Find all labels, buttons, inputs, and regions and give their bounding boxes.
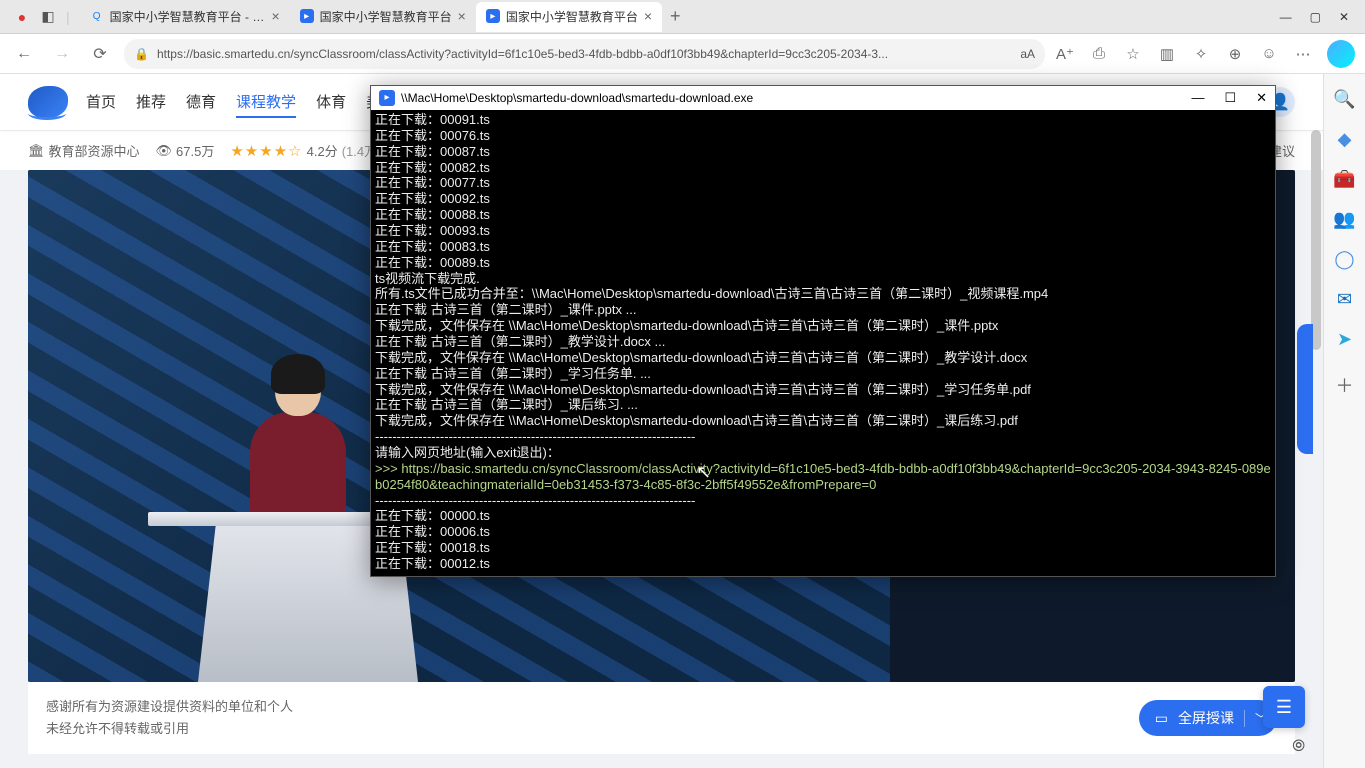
search-sidebar-icon[interactable]: 🔍 <box>1334 88 1356 110</box>
url-text: https://basic.smartedu.cn/syncClassroom/… <box>157 47 1012 61</box>
favorite-icon[interactable]: ☆ <box>1123 44 1143 64</box>
tab-title: 国家中小学智慧教育平台 <box>506 8 638 25</box>
terminal-minimize[interactable]: — <box>1191 90 1204 106</box>
terminal-window[interactable]: ▸ \\Mac\Home\Desktop\smartedu-download\s… <box>370 85 1276 577</box>
source-label: 🏛 教育部资源中心 <box>28 141 140 160</box>
close-window-button[interactable]: ✕ <box>1339 10 1349 24</box>
tools-icon[interactable]: 🧰 <box>1334 168 1356 190</box>
star-icon: ★★★★☆ <box>230 142 302 160</box>
url-field[interactable]: 🔒 https://basic.smartedu.cn/syncClassroo… <box>124 39 1045 69</box>
telegram-icon[interactable]: ➤ <box>1334 328 1356 350</box>
scrollbar-thumb[interactable] <box>1311 130 1321 350</box>
site-favicon: ▸ <box>486 9 500 23</box>
extension-icon[interactable]: ⊕ <box>1225 44 1245 64</box>
terminal-close[interactable]: ✕ <box>1256 90 1267 106</box>
side-drawer-handle[interactable] <box>1297 324 1313 454</box>
reader-mode[interactable]: aA <box>1020 47 1035 61</box>
screen-icon: ▭ <box>1155 710 1168 727</box>
profile-icon[interactable]: ☺ <box>1259 44 1279 64</box>
nav-recommend[interactable]: 推荐 <box>136 87 166 118</box>
terminal-titlebar[interactable]: ▸ \\Mac\Home\Desktop\smartedu-download\s… <box>371 86 1275 110</box>
toolbar-right: A⁺ ⎙ ☆ ▥ ✧ ⊕ ☺ ⋯ <box>1055 40 1355 68</box>
more-icon[interactable]: ⋯ <box>1293 44 1313 64</box>
tab-2[interactable]: ▸ 国家中小学智慧教育平台 × <box>290 2 476 32</box>
nav-course[interactable]: 课程教学 <box>236 87 296 118</box>
minimize-button[interactable]: — <box>1280 10 1292 24</box>
terminal-output[interactable]: 正在下载：00091.ts 正在下载：00076.ts 正在下载：00087.t… <box>371 110 1275 576</box>
new-tab-button[interactable]: + <box>662 6 689 27</box>
close-icon[interactable]: × <box>458 8 466 24</box>
read-aloud-icon[interactable]: A⁺ <box>1055 44 1075 64</box>
floating-menu-button[interactable]: ☰ <box>1263 686 1305 728</box>
refresh-button[interactable]: ⟳ <box>86 40 114 68</box>
nav-home[interactable]: 首页 <box>86 87 116 118</box>
translate-icon[interactable]: ⎙ <box>1089 44 1109 64</box>
fullscreen-teach-button[interactable]: ▭ 全屏授课 ﹀ <box>1139 700 1277 736</box>
credit-text: 感谢所有为资源建设提供资料的单位和个人 未经允许不得转载或引用 <box>46 696 293 740</box>
video-footer: 感谢所有为资源建设提供资料的单位和个人 未经允许不得转载或引用 ▭ 全屏授课 ﹀ <box>28 682 1295 754</box>
tab-title: 国家中小学智慧教育平台 - 搜索 <box>110 8 266 25</box>
edge-sidebar: 🔍 ◆ 🧰 👥 ◯ ✉ ➤ ＋ <box>1323 74 1365 768</box>
recording-icon: ● <box>14 9 30 25</box>
address-bar: ← → ⟳ 🔒 https://basic.smartedu.cn/syncCl… <box>0 34 1365 74</box>
search-icon: Q <box>90 9 104 23</box>
taskbar-icons: ● ◧ | <box>4 9 80 25</box>
terminal-title-text: \\Mac\Home\Desktop\smartedu-download\sma… <box>401 91 753 106</box>
maximize-button[interactable]: ▢ <box>1310 10 1321 24</box>
browser-titlebar: ● ◧ | Q 国家中小学智慧教育平台 - 搜索 × ▸ 国家中小学智慧教育平台… <box>0 0 1365 34</box>
shopping-icon[interactable]: ◆ <box>1334 128 1356 150</box>
lock-icon: 🔒 <box>134 47 149 61</box>
tab-3[interactable]: ▸ 国家中小学智慧教育平台 × <box>476 2 662 32</box>
nav-moral[interactable]: 德育 <box>186 87 216 118</box>
views-count: 👁 67.5万 <box>156 141 215 160</box>
app-icon[interactable]: ◧ <box>40 9 56 25</box>
collections-icon[interactable]: ▥ <box>1157 44 1177 64</box>
office-icon[interactable]: ◯ <box>1334 248 1356 270</box>
people-icon[interactable]: 👥 <box>1334 208 1356 230</box>
cursor-icon: ↖ <box>696 462 711 483</box>
add-tool-icon[interactable]: ＋ <box>1334 374 1356 396</box>
extensions-icon[interactable]: ✧ <box>1191 44 1211 64</box>
nav-pe[interactable]: 体育 <box>316 87 346 118</box>
site-logo[interactable] <box>28 86 68 118</box>
back-button[interactable]: ← <box>10 40 38 68</box>
close-icon[interactable]: × <box>644 8 652 24</box>
terminal-maximize[interactable]: ☐ <box>1224 90 1236 106</box>
close-icon[interactable]: × <box>271 8 279 24</box>
copilot-icon[interactable] <box>1327 40 1355 68</box>
window-controls: — ▢ ✕ <box>1280 10 1361 24</box>
outlook-icon[interactable]: ✉ <box>1334 288 1356 310</box>
terminal-app-icon: ▸ <box>379 90 395 106</box>
screenshot-icon[interactable]: ⦾ <box>1292 738 1305 756</box>
tab-1[interactable]: Q 国家中小学智慧教育平台 - 搜索 × <box>80 2 290 32</box>
site-favicon: ▸ <box>300 9 314 23</box>
forward-button[interactable]: → <box>48 40 76 68</box>
tab-title: 国家中小学智慧教育平台 <box>320 8 452 25</box>
